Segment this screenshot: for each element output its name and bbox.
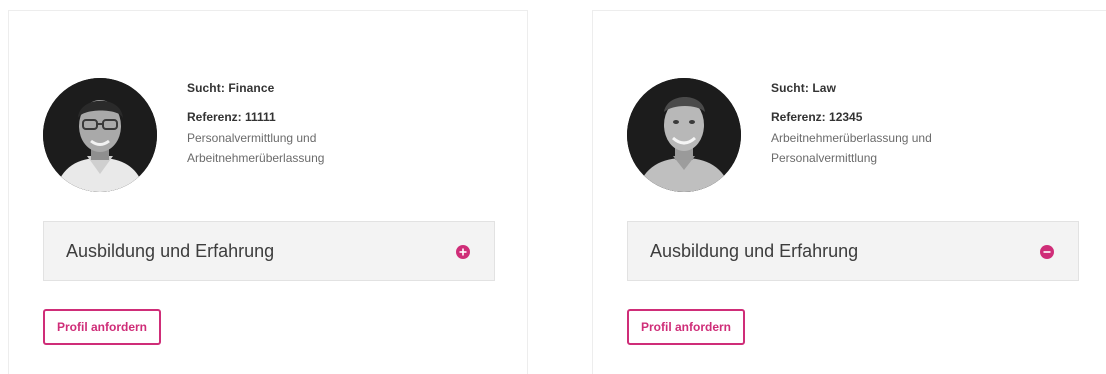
seeks-label: Sucht: Law bbox=[771, 81, 837, 95]
accordion-title: Ausbildung und Erfahrung bbox=[650, 241, 859, 261]
avatar bbox=[43, 78, 157, 192]
minus-circle-icon[interactable] bbox=[1040, 245, 1054, 259]
description-line: Arbeitnehmerüberlassung und bbox=[771, 131, 932, 145]
candidate-card: Sucht: Finance Referenz: 11111 Personalv… bbox=[8, 10, 528, 374]
education-experience-accordion[interactable]: Ausbildung und Erfahrung bbox=[627, 221, 1079, 281]
description-line: Personalvermittlung bbox=[771, 151, 878, 165]
accordion-title: Ausbildung und Erfahrung bbox=[66, 241, 275, 261]
request-profile-button[interactable]: Profil anfordern bbox=[43, 309, 162, 345]
plus-circle-icon[interactable] bbox=[456, 245, 470, 259]
candidate-card: Sucht: Law Referenz: 12345 Arbeitnehmerü… bbox=[592, 10, 1106, 374]
reference-label: Referenz: 11111 bbox=[187, 110, 276, 124]
candidate-info: Sucht: Law Referenz: 12345 Arbeitnehmerü… bbox=[771, 81, 1071, 168]
request-profile-button[interactable]: Profil anfordern bbox=[627, 309, 746, 345]
candidate-info: Sucht: Finance Referenz: 11111 Personalv… bbox=[187, 81, 487, 168]
reference-label: Referenz: 12345 bbox=[771, 110, 863, 124]
description-line: Personalvermittlung und bbox=[187, 131, 317, 145]
avatar bbox=[627, 78, 741, 192]
education-experience-accordion[interactable]: Ausbildung und Erfahrung bbox=[43, 221, 495, 281]
description-line: Arbeitnehmerüberlassung bbox=[187, 151, 325, 165]
seeks-label: Sucht: Finance bbox=[187, 81, 275, 95]
candidate-cards-page: Sucht: Finance Referenz: 11111 Personalv… bbox=[0, 0, 1106, 374]
